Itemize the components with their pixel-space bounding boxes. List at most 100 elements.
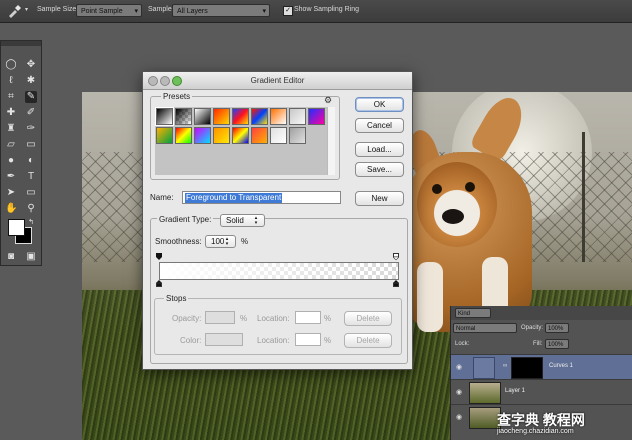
watermark-text: 查字典 教程网 — [497, 412, 585, 428]
location-label: Location: — [257, 336, 290, 345]
delete-opacity-stop-button[interactable]: Delete — [344, 311, 392, 326]
location-field-color[interactable] — [295, 333, 321, 346]
ok-button[interactable]: OK — [355, 97, 404, 112]
healing-brush-icon[interactable]: ✚ — [5, 107, 17, 119]
color-label: Color: — [180, 336, 202, 345]
layer-row-layer1[interactable]: ◉ Layer 1 — [451, 379, 632, 404]
sample-size-label: Sample Size: — [37, 6, 79, 13]
crop-icon[interactable]: ⌗ — [5, 91, 17, 103]
shape-icon[interactable]: ▭ — [25, 187, 37, 199]
color-stop-left[interactable] — [156, 280, 162, 287]
layer-mask-thumbnail[interactable] — [511, 357, 543, 379]
chevron-down-icon[interactable]: ▾ — [25, 6, 28, 13]
opacity-percent: % — [240, 314, 248, 323]
layer-row-curves[interactable]: ◉ ∞ Curves 1 — [451, 354, 632, 379]
smoothness-select[interactable]: 100 — [205, 235, 236, 248]
location-percent: % — [324, 314, 332, 323]
opacity-field[interactable] — [205, 311, 235, 324]
path-selection-icon[interactable]: ➤ — [5, 187, 17, 199]
eye-icon[interactable]: ◉ — [456, 413, 462, 421]
gear-icon[interactable]: ⚙ — [324, 95, 332, 106]
preset-swatch[interactable] — [270, 108, 287, 125]
clone-stamp-icon[interactable]: ♜ — [5, 123, 17, 135]
preset-swatch[interactable] — [251, 108, 268, 125]
foreground-color-swatch[interactable] — [8, 219, 25, 236]
blend-mode-select[interactable]: Normal — [453, 323, 517, 333]
link-icon[interactable]: ∞ — [503, 363, 507, 369]
opacity-stop-left[interactable] — [156, 253, 162, 260]
sample-size-select[interactable]: Point Sample — [76, 4, 142, 18]
name-label: Name: — [150, 193, 174, 202]
dialog-titlebar[interactable]: Gradient Editor — [143, 72, 412, 90]
layer-name: Layer 1 — [505, 388, 526, 394]
gradient-tool-icon[interactable]: ▭ — [25, 139, 37, 151]
preset-swatch[interactable] — [251, 127, 268, 144]
load-button[interactable]: Load... — [355, 142, 404, 157]
new-button[interactable]: New — [355, 191, 404, 206]
preset-swatch[interactable] — [156, 127, 173, 144]
gradient-type-select[interactable]: Solid — [220, 214, 265, 227]
stop-color-well[interactable] — [205, 333, 243, 346]
curves-adjustment-icon — [473, 357, 495, 379]
preset-swatch[interactable] — [213, 127, 230, 144]
cancel-button[interactable]: Cancel — [355, 118, 404, 133]
layer-opacity-field[interactable]: 100% — [545, 323, 569, 333]
eraser-icon[interactable]: ▱ — [5, 139, 17, 151]
pen-icon[interactable]: ✒ — [5, 171, 17, 183]
swap-colors-icon[interactable]: ↰ — [25, 217, 37, 229]
preset-swatch[interactable] — [308, 108, 325, 125]
preset-swatch[interactable] — [289, 127, 306, 144]
opacity-label: Opacity: — [521, 325, 544, 331]
opacity-stop-right[interactable] — [393, 253, 399, 260]
eyedropper-tool-icon[interactable]: ✎ — [25, 91, 37, 103]
options-bar: ▾ Sample Size: Point Sample Sample: All … — [0, 0, 632, 23]
dodge-icon[interactable]: ◐ — [25, 155, 37, 167]
preset-swatch[interactable] — [289, 108, 306, 125]
save-button[interactable]: Save... — [355, 162, 404, 177]
eye-icon[interactable]: ◉ — [456, 388, 462, 396]
preset-swatch[interactable] — [232, 108, 249, 125]
preset-swatch[interactable] — [155, 107, 174, 126]
sample-select[interactable]: All Layers — [172, 4, 270, 18]
blur-icon[interactable]: ● — [5, 155, 17, 167]
move-icon[interactable]: ✥ — [25, 59, 37, 71]
preset-swatch[interactable] — [175, 127, 192, 144]
presets-scrollbar[interactable] — [327, 107, 335, 175]
eyedropper-icon[interactable] — [6, 4, 22, 18]
sample-label: Sample: — [148, 6, 174, 13]
layers-filter-row: Kind — [451, 306, 632, 320]
preset-swatch[interactable] — [175, 108, 192, 125]
tools-panel: ◯ ✥ ℓ ✱ ⌗ ✎ ✚ ✐ ♜ ✑ ▱ ▭ ● ◐ ✒ T ➤ ▭ ✋ ⚲ … — [0, 40, 42, 266]
gradient-preview-bar[interactable] — [159, 262, 399, 280]
delete-color-stop-button[interactable]: Delete — [344, 333, 392, 348]
location-field-opacity[interactable] — [295, 311, 321, 324]
preset-swatch[interactable] — [194, 108, 211, 125]
eye-icon[interactable]: ◉ — [456, 363, 462, 371]
marquee-icon[interactable]: ◯ — [5, 59, 17, 71]
gradient-name-input[interactable]: Foreground to Transparent — [182, 191, 341, 204]
panel-grip[interactable] — [1, 41, 41, 46]
zoom-icon[interactable]: ⚲ — [25, 203, 37, 215]
filter-kind-select[interactable]: Kind — [455, 308, 491, 318]
lasso-icon[interactable]: ℓ — [5, 75, 17, 87]
hand-icon[interactable]: ✋ — [5, 203, 17, 215]
preset-swatch[interactable] — [232, 127, 249, 144]
preset-swatch[interactable] — [270, 127, 287, 144]
show-sampling-ring-checkbox[interactable]: ✓ — [283, 6, 293, 16]
quick-mask-icon[interactable]: ◙ — [5, 251, 17, 263]
preset-swatches[interactable] — [155, 107, 333, 175]
screen-mode-icon[interactable]: ▣ — [25, 251, 37, 263]
history-brush-icon[interactable]: ✑ — [25, 123, 37, 135]
type-icon[interactable]: T — [25, 171, 37, 183]
layer-fill-field[interactable]: 100% — [545, 339, 569, 349]
gradient-editor-dialog: Gradient Editor Presets ⚙ OK Cancel Load… — [142, 71, 413, 370]
color-stop-right[interactable] — [393, 280, 399, 287]
smoothness-unit: % — [241, 237, 249, 246]
watermark-url: jiaocheng.chazidian.com — [497, 428, 574, 435]
preset-swatch[interactable] — [194, 127, 211, 144]
preset-swatch[interactable] — [213, 108, 230, 125]
dog-nose — [442, 209, 464, 224]
brush-icon[interactable]: ✐ — [25, 107, 37, 119]
presets-label: Presets — [161, 92, 193, 101]
magic-wand-icon[interactable]: ✱ — [25, 75, 37, 87]
